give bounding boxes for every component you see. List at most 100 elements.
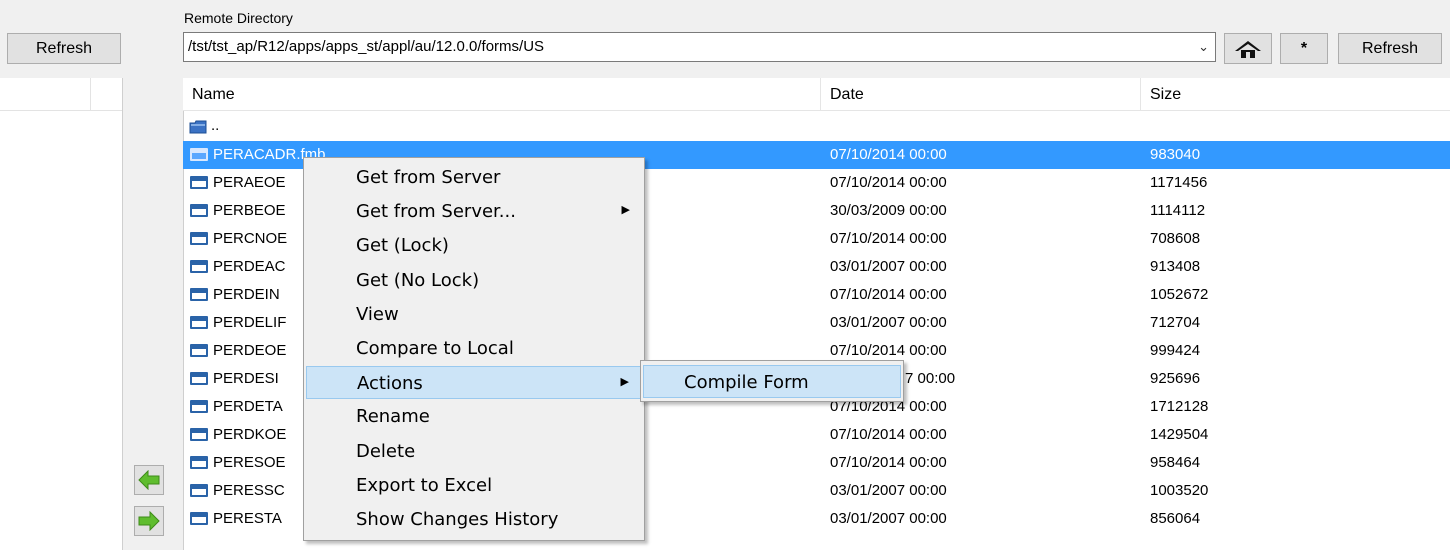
left-refresh-button[interactable]: Refresh bbox=[7, 33, 121, 64]
menu-item-get-lock[interactable]: Get (Lock) bbox=[306, 229, 642, 262]
file-date: 03/01/2007 00:00 bbox=[830, 314, 947, 331]
menu-item-label: Get from Server... bbox=[356, 201, 516, 223]
file-date: 07/10/2014 00:00 bbox=[830, 454, 947, 471]
form-file-icon bbox=[190, 400, 208, 413]
form-file-icon bbox=[190, 316, 208, 329]
actions-submenu: Compile Form bbox=[640, 360, 904, 402]
parent-directory-label: .. bbox=[211, 117, 220, 134]
file-name: PERDELIF bbox=[213, 314, 287, 331]
local-column-separator bbox=[90, 78, 91, 110]
menu-item-actions[interactable]: Actions ▶ bbox=[306, 366, 642, 400]
form-file-icon bbox=[190, 204, 208, 217]
menu-item-get-no-lock[interactable]: Get (No Lock) bbox=[306, 264, 642, 297]
file-size: 712704 bbox=[1150, 314, 1201, 331]
file-name: PERDEOE bbox=[213, 342, 287, 359]
form-file-icon bbox=[190, 344, 208, 357]
wildcard-filter-button[interactable]: * bbox=[1280, 33, 1328, 64]
download-to-local-button[interactable] bbox=[134, 506, 164, 536]
form-file-icon bbox=[190, 512, 208, 525]
menu-item-label: Get from Server bbox=[356, 167, 501, 188]
file-size: 925696 bbox=[1150, 370, 1201, 387]
file-size: 983040 bbox=[1150, 146, 1201, 163]
folder-up-icon bbox=[189, 120, 207, 134]
column-header-date[interactable]: Date bbox=[830, 86, 864, 104]
file-date: 30/03/2009 00:00 bbox=[830, 202, 947, 219]
file-size: 1712128 bbox=[1150, 398, 1209, 415]
file-date: 07/10/2014 00:00 bbox=[830, 426, 947, 443]
remote-path-combo[interactable]: /tst/tst_ap/R12/apps/apps_st/appl/au/12.… bbox=[183, 32, 1216, 62]
green-arrow-left-icon bbox=[138, 470, 160, 490]
file-size: 913408 bbox=[1150, 258, 1201, 275]
menu-item-view[interactable]: View bbox=[306, 298, 642, 331]
form-file-icon bbox=[190, 484, 208, 497]
form-file-icon bbox=[190, 148, 208, 161]
file-name: PERDETA bbox=[213, 398, 283, 415]
menu-item-label: Compare to Local bbox=[356, 338, 514, 359]
chevron-right-icon: ▶ bbox=[620, 376, 629, 389]
menu-item-label: Export to Excel bbox=[356, 474, 493, 496]
menu-item-label: View bbox=[356, 303, 399, 325]
column-header-size[interactable]: Size bbox=[1150, 86, 1181, 104]
file-name: PERESOE bbox=[213, 454, 286, 471]
menu-item-label: Compile Form bbox=[684, 372, 809, 393]
menu-item-label: Actions bbox=[357, 373, 423, 395]
file-date: 07/10/2014 00:00 bbox=[830, 230, 947, 247]
remote-refresh-button[interactable]: Refresh bbox=[1338, 33, 1442, 64]
form-file-icon bbox=[190, 288, 208, 301]
column-separator[interactable] bbox=[820, 78, 821, 110]
menu-item-compare-to-local[interactable]: Compare to Local bbox=[306, 332, 642, 365]
file-name: PERESSC bbox=[213, 482, 285, 499]
file-date: 07/10/2014 00:00 bbox=[830, 174, 947, 191]
upload-to-server-button[interactable] bbox=[134, 465, 164, 495]
menu-item-rename[interactable]: Rename bbox=[306, 400, 642, 433]
local-file-list[interactable] bbox=[0, 78, 123, 550]
chevron-down-icon[interactable]: ⌄ bbox=[1198, 39, 1209, 55]
green-arrow-right-icon bbox=[138, 511, 160, 531]
column-separator[interactable] bbox=[1140, 78, 1141, 110]
file-size: 1171456 bbox=[1150, 174, 1208, 191]
file-date: 03/01/2007 00:00 bbox=[830, 258, 947, 275]
context-menu: Get from Server Get from Server... ▶ Get (L… bbox=[303, 157, 645, 541]
form-file-icon bbox=[190, 428, 208, 441]
parent-directory-row[interactable]: .. bbox=[183, 115, 1450, 139]
menu-item-label: Get (Lock) bbox=[356, 235, 449, 257]
file-date: 07/10/2014 00:00 bbox=[830, 342, 947, 359]
file-size: 1114112 bbox=[1150, 202, 1206, 219]
local-list-header bbox=[0, 78, 122, 111]
menu-item-label: Rename bbox=[356, 406, 430, 428]
file-name: PERDEAC bbox=[213, 258, 286, 275]
file-date: 03/01/2007 00:00 bbox=[830, 510, 947, 527]
column-header-name[interactable]: Name bbox=[192, 86, 235, 104]
file-name: PERDKOE bbox=[213, 426, 287, 443]
remote-directory-label: Remote Directory bbox=[184, 10, 293, 26]
file-size: 856064 bbox=[1150, 510, 1201, 527]
remote-list-header bbox=[183, 78, 1450, 111]
file-size: 708608 bbox=[1150, 230, 1201, 247]
menu-item-show-changes-history[interactable]: Show Changes History bbox=[306, 503, 642, 536]
remote-path-value: /tst/tst_ap/R12/apps/apps_st/appl/au/12.… bbox=[188, 38, 545, 55]
file-size: 999424 bbox=[1150, 342, 1201, 359]
chevron-right-icon: ▶ bbox=[621, 204, 630, 217]
menu-item-label: Delete bbox=[356, 440, 416, 462]
menu-item-label: Get (No Lock) bbox=[356, 269, 480, 291]
menu-item-delete[interactable]: Delete bbox=[306, 435, 642, 468]
file-date: 7 00:00 bbox=[905, 370, 956, 387]
menu-item-get-from-server[interactable]: Get from Server bbox=[306, 161, 642, 194]
file-date: 07/10/2014 00:00 bbox=[830, 146, 947, 163]
menu-item-get-from-server[interactable]: Get from Server... ▶ bbox=[306, 195, 642, 228]
file-name: PERESTA bbox=[213, 510, 282, 527]
home-icon bbox=[1235, 40, 1261, 58]
file-name: PERBEOE bbox=[213, 202, 286, 219]
form-file-icon bbox=[190, 260, 208, 273]
form-file-icon bbox=[190, 456, 208, 469]
file-size: 1003520 bbox=[1150, 482, 1209, 499]
menu-item-compile-form[interactable]: Compile Form bbox=[643, 365, 901, 398]
file-size: 958464 bbox=[1150, 454, 1201, 471]
file-name: PERCNOE bbox=[213, 230, 288, 247]
menu-item-export-to-excel[interactable]: Export to Excel bbox=[306, 469, 642, 502]
home-button[interactable] bbox=[1224, 33, 1272, 64]
file-date: 07/10/2014 00:00 bbox=[830, 286, 947, 303]
file-date: 03/01/2007 00:00 bbox=[830, 482, 947, 499]
form-file-icon bbox=[190, 232, 208, 245]
form-file-icon bbox=[190, 372, 208, 385]
